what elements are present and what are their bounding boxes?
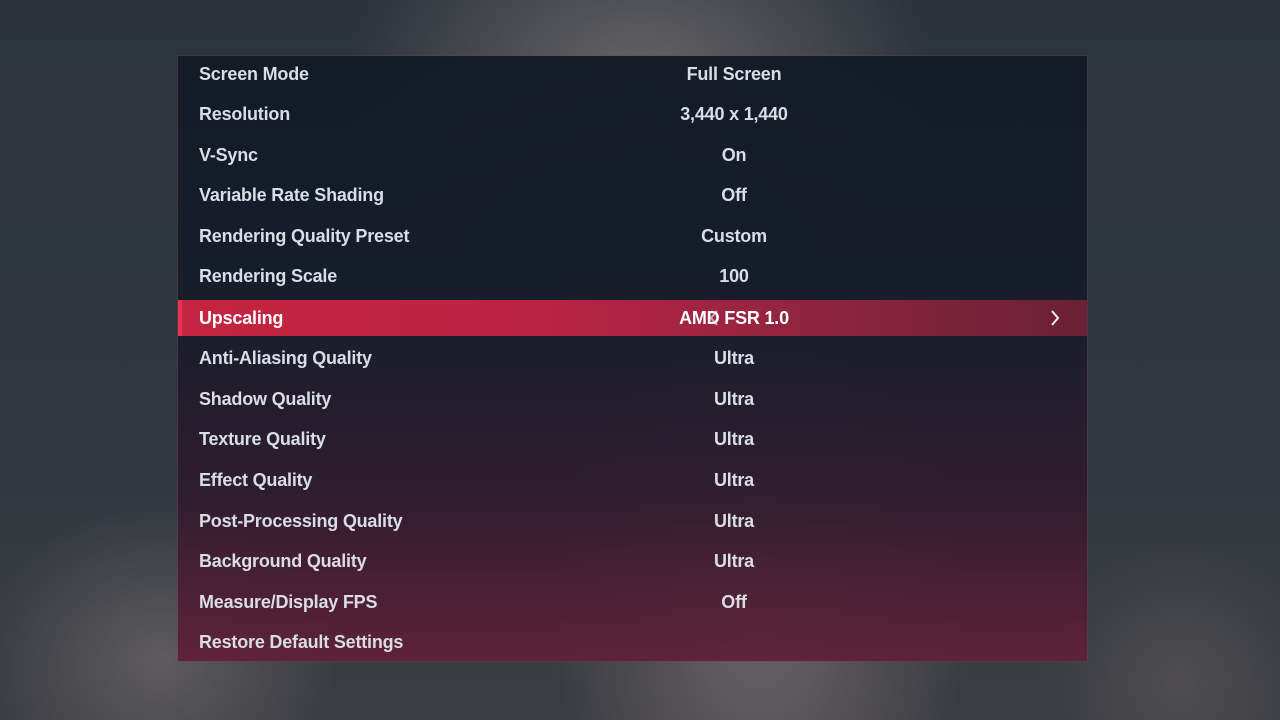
setting-value: Ultra bbox=[713, 429, 754, 449]
setting-row-rendering-quality-preset[interactable]: Rendering Quality Preset Custom bbox=[178, 218, 1087, 254]
setting-row-measure-display-fps[interactable]: Measure/Display FPS Off bbox=[178, 584, 1087, 620]
setting-value: Ultra bbox=[713, 511, 754, 531]
setting-label: Shadow Quality bbox=[199, 389, 332, 409]
setting-label: Rendering Scale bbox=[199, 266, 338, 286]
setting-label: V-Sync bbox=[199, 145, 258, 165]
setting-row-background-quality[interactable]: Background Quality Ultra bbox=[178, 543, 1087, 579]
setting-value: Ultra bbox=[713, 348, 754, 368]
setting-value: Off bbox=[721, 185, 747, 205]
setting-value: Full Screen bbox=[686, 64, 782, 84]
setting-label: Restore Default Settings bbox=[199, 632, 404, 652]
setting-label: Rendering Quality Preset bbox=[199, 226, 410, 246]
setting-value: On bbox=[721, 145, 747, 165]
setting-row-post-processing-quality[interactable]: Post-Processing Quality Ultra bbox=[178, 503, 1087, 539]
setting-label: Effect Quality bbox=[199, 470, 313, 490]
setting-value: Ultra bbox=[713, 389, 754, 409]
setting-value: Custom bbox=[701, 226, 767, 246]
setting-row-rendering-scale[interactable]: Rendering Scale 100 bbox=[178, 258, 1087, 294]
setting-value: Off bbox=[721, 592, 747, 612]
setting-value: AMD FSR 1.0 bbox=[679, 308, 789, 328]
setting-row-v-sync[interactable]: V-Sync On bbox=[178, 137, 1087, 173]
setting-value: Ultra bbox=[713, 551, 754, 571]
setting-label: Screen Mode bbox=[199, 64, 309, 84]
setting-row-screen-mode[interactable]: Screen Mode Full Screen bbox=[178, 56, 1087, 92]
restore-default-settings-button[interactable]: Restore Default Settings bbox=[178, 624, 1087, 660]
setting-label: Background Quality bbox=[199, 551, 367, 571]
setting-row-shadow-quality[interactable]: Shadow Quality Ultra bbox=[178, 381, 1087, 417]
setting-value: Ultra bbox=[713, 470, 754, 490]
setting-label: Texture Quality bbox=[199, 429, 326, 449]
setting-row-upscaling[interactable]: Upscaling AMD FSR 1.0 bbox=[178, 300, 1087, 336]
chevron-right-icon[interactable] bbox=[1043, 300, 1067, 336]
setting-value: 3,440 x 1,440 bbox=[680, 104, 788, 124]
setting-label: Measure/Display FPS bbox=[199, 592, 378, 612]
setting-row-resolution[interactable]: Resolution 3,440 x 1,440 bbox=[178, 96, 1087, 132]
setting-row-variable-rate-shading[interactable]: Variable Rate Shading Off bbox=[178, 177, 1087, 213]
setting-row-effect-quality[interactable]: Effect Quality Ultra bbox=[178, 462, 1087, 498]
setting-label: Variable Rate Shading bbox=[199, 185, 384, 205]
setting-row-texture-quality[interactable]: Texture Quality Ultra bbox=[178, 421, 1087, 457]
setting-row-anti-aliasing-quality[interactable]: Anti-Aliasing Quality Ultra bbox=[178, 340, 1087, 376]
graphics-settings-panel: Screen Mode Full Screen Resolution 3,440… bbox=[178, 56, 1087, 661]
setting-value: 100 bbox=[719, 266, 749, 286]
setting-label: Resolution bbox=[199, 104, 290, 124]
setting-label: Post-Processing Quality bbox=[199, 511, 403, 531]
setting-label: Upscaling bbox=[199, 308, 284, 328]
setting-label: Anti-Aliasing Quality bbox=[199, 348, 372, 368]
